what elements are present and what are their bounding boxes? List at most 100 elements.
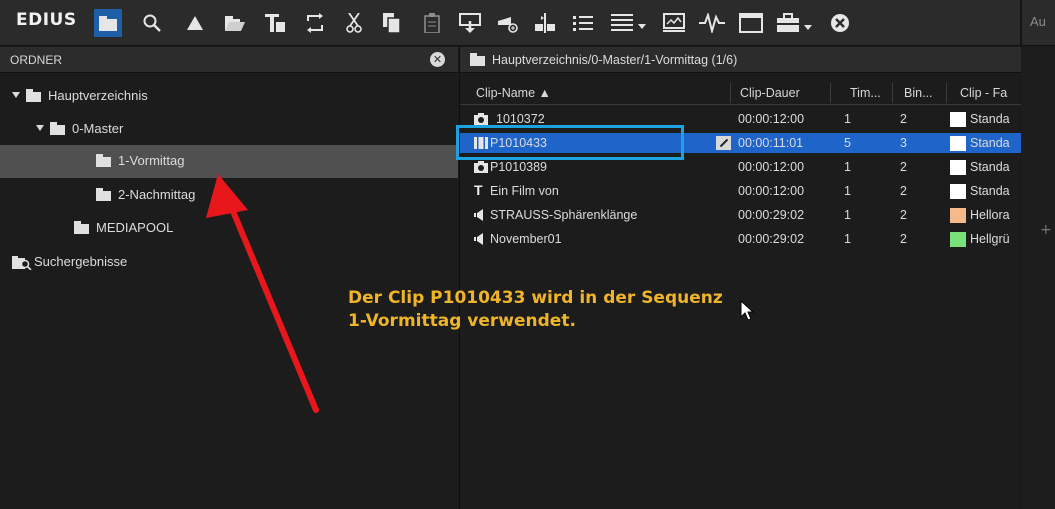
column-header-clip-name[interactable]: Clip-Name ▲ <box>476 86 551 100</box>
folder-icon <box>50 122 65 135</box>
camera-icon <box>474 161 488 176</box>
column-header-clip-dauer[interactable]: Clip-Dauer <box>740 86 800 100</box>
side-panel-edge <box>1022 47 1055 509</box>
sync-icon[interactable] <box>301 9 329 37</box>
clip-name: November01 <box>490 232 562 246</box>
audio-icon <box>474 209 488 224</box>
column-header-tim[interactable]: Tim... <box>850 86 890 100</box>
clip-tim: 1 <box>844 184 851 198</box>
clip-farbe: Hellgrü <box>970 232 1010 246</box>
clip-name: 1010372 <box>496 112 545 126</box>
clip-farbe: Standa <box>970 112 1010 126</box>
table-row[interactable]: November01 00:00:29:02 1 2 Hellgrü <box>460 229 1021 249</box>
clip-tim: 5 <box>844 136 851 150</box>
triangle-up-icon[interactable] <box>181 9 209 37</box>
clip-bin: 2 <box>900 232 907 246</box>
color-swatch <box>950 184 966 199</box>
annotation-text: Der Clip P1010433 wird in der Sequenz 1-… <box>348 287 723 333</box>
folder-panel-title: ORDNER <box>10 53 63 67</box>
close-icon[interactable]: ✕ <box>430 52 445 67</box>
clip-tim: 1 <box>844 208 851 222</box>
folder-icon <box>26 89 41 102</box>
color-swatch <box>950 208 966 223</box>
audio-icon <box>474 233 488 248</box>
tree-item-hauptverzeichnis[interactable]: Hauptverzeichnis <box>0 82 458 110</box>
annotation-arrow <box>206 174 319 413</box>
tree-item-label: 2-Nachmittag <box>118 187 196 202</box>
clip-dauer: 00:00:12:00 <box>738 112 805 126</box>
breadcrumb-path: Hauptverzeichnis/0-Master/1-Vormittag (1… <box>492 53 738 67</box>
toolbar-separator <box>1020 0 1022 46</box>
clip-name: STRAUSS-Sphärenklänge <box>490 208 638 222</box>
add-clip-icon[interactable] <box>494 9 522 37</box>
annotation-line-2: 1-Vormittag verwendet. <box>348 311 576 331</box>
folder-icon[interactable] <box>94 9 122 37</box>
clip-name: Ein Film von <box>490 184 559 198</box>
detail-view-icon[interactable] <box>608 9 650 37</box>
tree-item-label: 1-Vormittag <box>118 153 185 168</box>
tree-item-0-master[interactable]: 0-Master <box>0 115 458 143</box>
clip-farbe: Standa <box>970 136 1010 150</box>
clip-farbe: Standa <box>970 160 1010 174</box>
waveform-icon[interactable] <box>698 9 726 37</box>
column-header-clip-farbe[interactable]: Clip - Fa <box>960 86 1020 100</box>
highlight-box <box>456 125 684 160</box>
clip-dauer: 00:00:12:00 <box>738 184 805 198</box>
clip-dauer: 00:00:11:01 <box>738 136 804 150</box>
list-view-icon[interactable] <box>569 9 597 37</box>
column-divider[interactable] <box>946 83 947 103</box>
clip-bin-panel: Hauptverzeichnis/0-Master/1-Vormittag (1… <box>459 47 1021 509</box>
clip-farbe: Hellora <box>970 208 1010 222</box>
clip-bin: 2 <box>900 112 907 126</box>
folder-icon <box>96 188 111 201</box>
app-logo: EDIUS <box>16 10 77 30</box>
folder-icon <box>470 53 485 66</box>
monitor-icon[interactable] <box>660 9 688 37</box>
search-folder-icon <box>12 256 32 273</box>
clip-dauer: 00:00:29:02 <box>738 232 805 246</box>
split-icon[interactable] <box>531 9 559 37</box>
mouse-cursor-icon <box>740 300 755 321</box>
toolbox-icon[interactable] <box>774 9 816 37</box>
chevron-down-icon[interactable] <box>12 92 20 98</box>
tree-item-label: Hauptverzeichnis <box>48 88 148 103</box>
close-icon[interactable] <box>826 9 854 37</box>
table-header: Clip-Name ▲ Clip-Dauer Tim... Bin... Cli… <box>460 81 1021 105</box>
breadcrumb: Hauptverzeichnis/0-Master/1-Vormittag (1… <box>460 47 1021 73</box>
column-header-bin[interactable]: Bin... <box>904 86 944 100</box>
table-row[interactable]: P1010389 00:00:12:00 1 2 Standa <box>460 157 1021 177</box>
folder-icon <box>74 221 89 234</box>
clip-bin: 2 <box>900 184 907 198</box>
color-swatch <box>950 136 966 151</box>
search-icon[interactable] <box>138 9 166 37</box>
column-divider[interactable] <box>830 83 831 103</box>
table-row[interactable]: STRAUSS-Sphärenklänge 00:00:29:02 1 2 He… <box>460 205 1021 225</box>
annotation-line-1: Der Clip P1010433 wird in der Sequenz <box>348 288 723 308</box>
clip-tim: 1 <box>844 112 851 126</box>
chevron-down-icon[interactable] <box>36 125 44 131</box>
paste-icon[interactable] <box>418 9 446 37</box>
tree-item-label: MEDIAPOOL <box>96 220 174 235</box>
clip-dauer: 00:00:29:02 <box>738 208 805 222</box>
column-divider[interactable] <box>730 83 731 103</box>
copy-icon[interactable] <box>378 9 406 37</box>
insert-to-timeline-icon[interactable] <box>456 9 484 37</box>
toolbar-cut-text: Au <box>1030 14 1046 29</box>
edit-icon[interactable] <box>716 136 731 150</box>
clip-farbe: Standa <box>970 184 1010 198</box>
clip-bin: 2 <box>900 160 907 174</box>
folder-panel-header: ORDNER ✕ <box>0 47 458 73</box>
color-swatch <box>950 232 966 247</box>
table-row[interactable]: T Ein Film von 00:00:12:00 1 2 Standa <box>460 181 1021 201</box>
clip-bin: 3 <box>900 136 907 150</box>
column-divider[interactable] <box>892 83 893 103</box>
color-swatch <box>950 160 966 175</box>
cut-icon[interactable] <box>340 9 368 37</box>
title-icon[interactable] <box>261 9 289 37</box>
open-folder-icon[interactable] <box>221 9 249 37</box>
tree-item-label: Suchergebnisse <box>34 254 128 269</box>
window-icon[interactable] <box>737 9 765 37</box>
color-swatch <box>950 112 966 127</box>
title-text-icon: T <box>474 182 483 198</box>
plus-icon[interactable]: + <box>1040 222 1052 238</box>
